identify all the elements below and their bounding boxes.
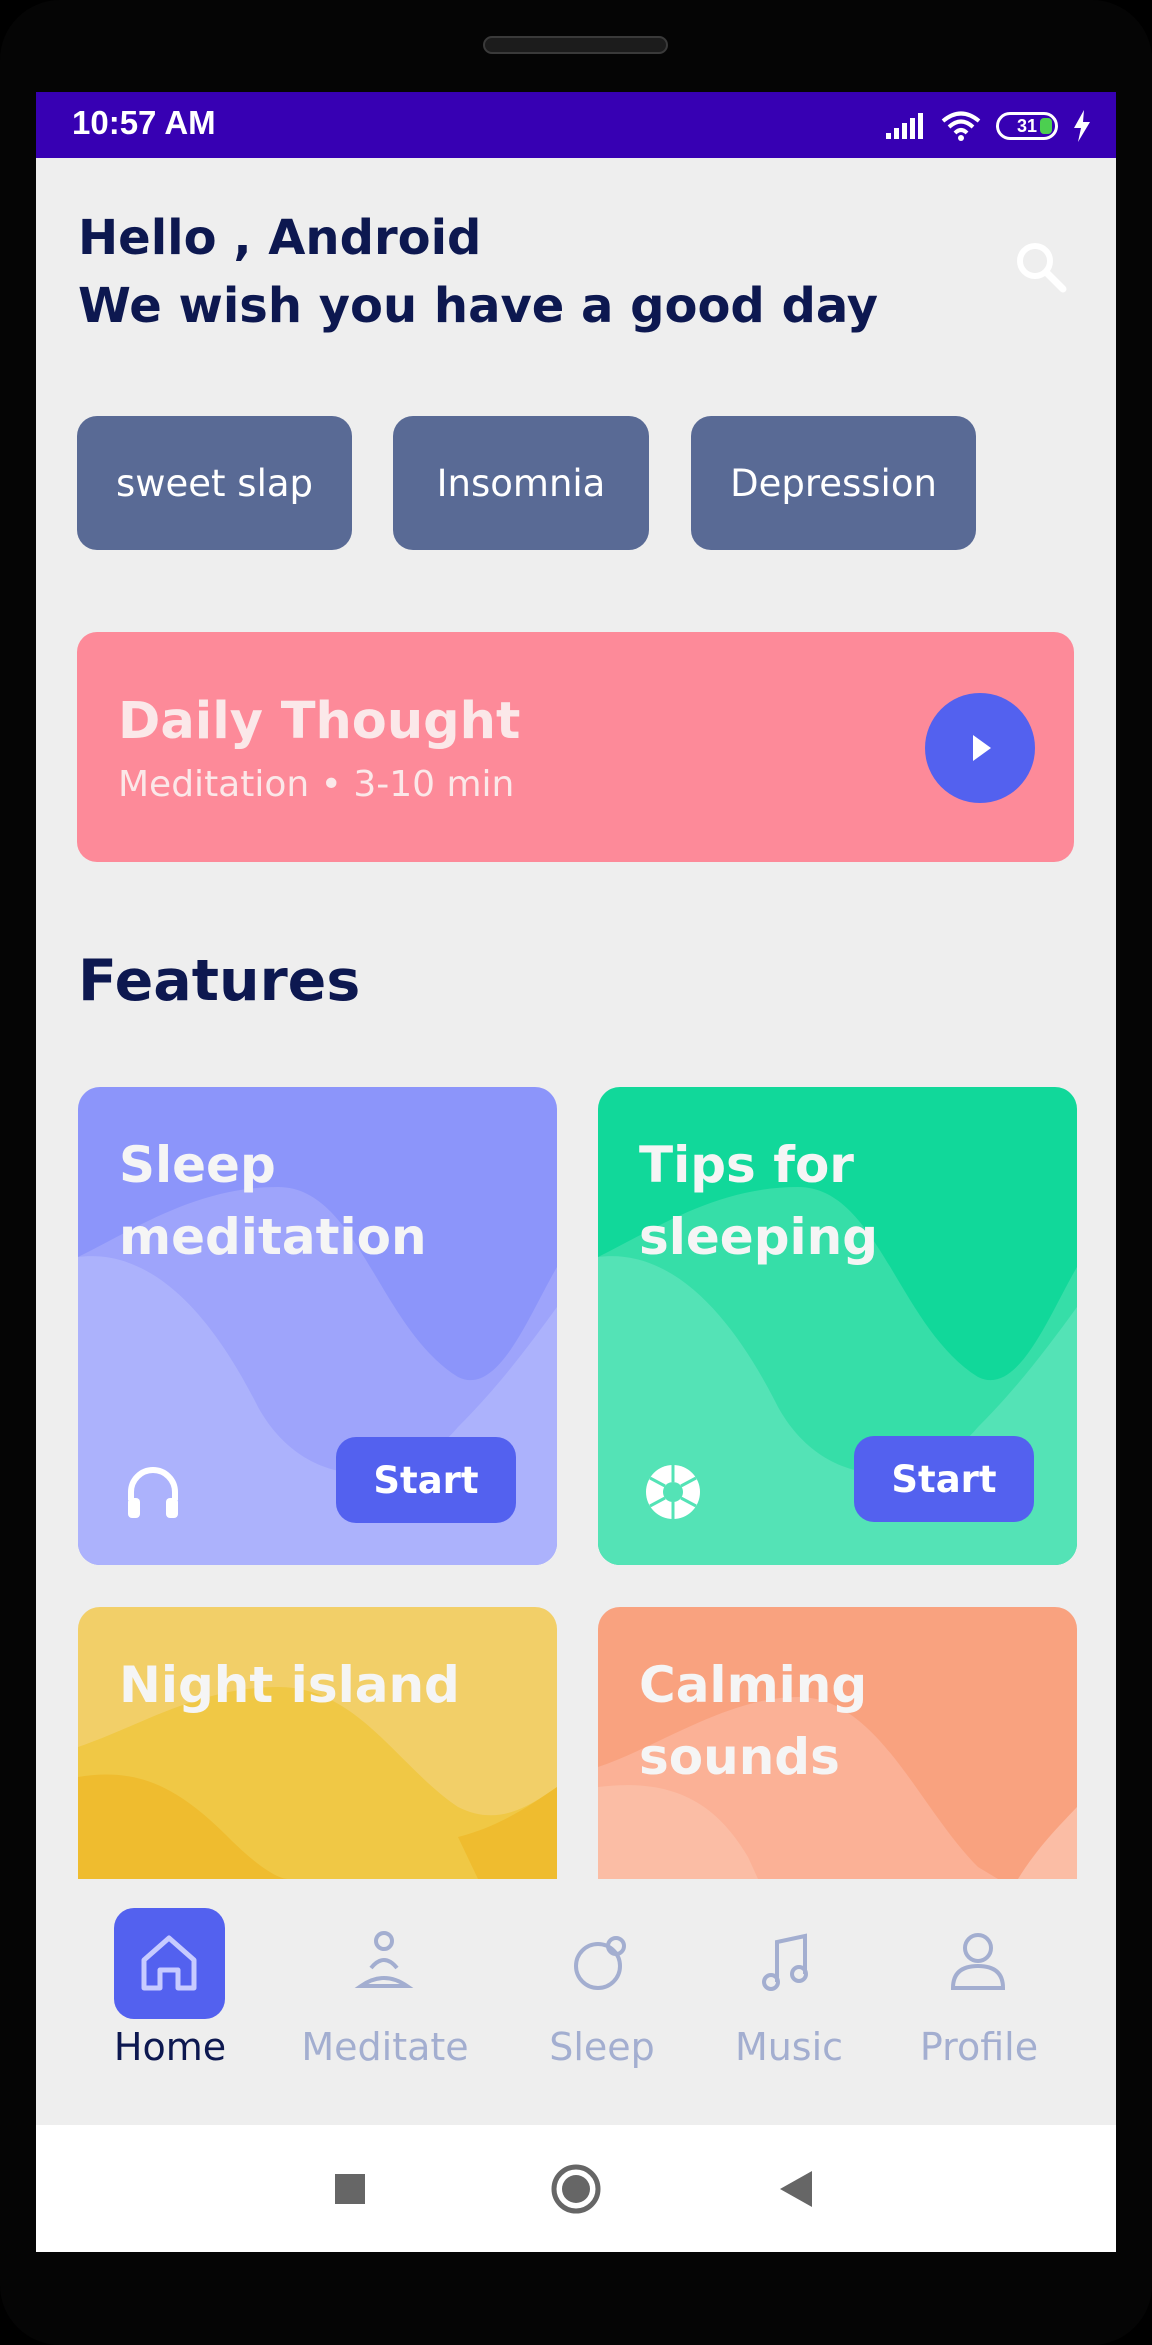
speaker-grille	[483, 36, 668, 54]
card-title: Calming sounds	[639, 1656, 868, 1786]
meditate-icon	[354, 1931, 414, 1988]
chip-label: Insomnia	[436, 461, 606, 505]
play-icon	[973, 735, 991, 761]
feature-card-calming-sounds[interactable]: Calming sounds	[598, 1607, 1077, 1879]
greeting: Hello , Android We wish you have a good …	[78, 204, 878, 340]
home-button-icon[interactable]	[550, 2163, 602, 2215]
nav-icon-box	[923, 1908, 1034, 2019]
device-frame: 10:57 AM 31 Hello , Android We wish you …	[0, 0, 1152, 2345]
chip-sweet-slap[interactable]: sweet slap	[77, 416, 352, 550]
nav-label: Home	[113, 2025, 227, 2069]
sleep-icon	[574, 1936, 626, 1990]
recents-icon[interactable]	[333, 2172, 367, 2206]
battery-icon: 31	[996, 112, 1058, 140]
status-bar: 10:57 AM 31	[36, 92, 1116, 158]
headphones-icon	[128, 1467, 178, 1518]
home-icon	[141, 1935, 197, 1991]
chip-depression[interactable]: Depression	[691, 416, 976, 550]
back-icon[interactable]	[778, 2169, 814, 2209]
battery-level: 31	[1016, 116, 1038, 136]
features-heading: Features	[78, 948, 361, 1014]
daily-thought-title: Daily Thought	[118, 692, 521, 751]
music-icon	[762, 1933, 808, 1991]
daily-thought-subtitle: Meditation • 3-10 min	[118, 764, 515, 805]
search-icon[interactable]	[1011, 237, 1071, 297]
signal-icon	[886, 113, 923, 139]
nav-icon-box	[329, 1908, 440, 2019]
card-title: Sleep meditation	[119, 1136, 427, 1266]
daily-thought-card[interactable]: Daily Thought Meditation • 3-10 min	[77, 632, 1074, 862]
nav-icon-box	[733, 1908, 844, 2019]
nav-icon-box	[546, 1908, 657, 2019]
status-icons: 31	[884, 106, 1092, 146]
feature-card-sleep-meditation[interactable]: Sleep meditation Start	[78, 1087, 557, 1565]
nav-label: Music	[734, 2025, 844, 2069]
status-time: 10:57 AM	[72, 104, 216, 141]
start-button[interactable]: Start	[336, 1437, 516, 1523]
card-title: Tips for sleeping	[639, 1136, 879, 1266]
play-button[interactable]	[925, 693, 1035, 803]
aperture-icon	[646, 1465, 700, 1519]
greeting-title: Hello , Android	[78, 210, 482, 266]
feature-card-night-island[interactable]: Night island	[78, 1607, 557, 1879]
profile-icon	[950, 1933, 1006, 1990]
app-screen: 10:57 AM 31 Hello , Android We wish you …	[36, 92, 1116, 2252]
charging-icon	[1074, 110, 1090, 142]
nav-home-highlight	[114, 1908, 225, 2019]
start-button[interactable]: Start	[854, 1436, 1034, 1522]
greeting-subtitle: We wish you have a good day	[78, 278, 879, 334]
nav-label: Profile	[919, 2025, 1039, 2069]
chip-label: Depression	[730, 461, 937, 505]
wifi-icon	[941, 111, 981, 141]
bottom-navigation: Home Meditate Sleep Music Profile	[36, 1879, 1116, 2109]
nav-label: Sleep	[549, 2025, 655, 2069]
feature-card-tips-for-sleeping[interactable]: Tips for sleeping Start	[598, 1087, 1077, 1565]
nav-label: Meditate	[301, 2025, 469, 2069]
wave-background	[78, 1687, 557, 1879]
system-navigation-bar	[36, 2125, 1116, 2252]
chip-label: sweet slap	[115, 461, 314, 505]
chip-insomnia[interactable]: Insomnia	[393, 416, 649, 550]
card-title: Night island	[119, 1656, 460, 1714]
